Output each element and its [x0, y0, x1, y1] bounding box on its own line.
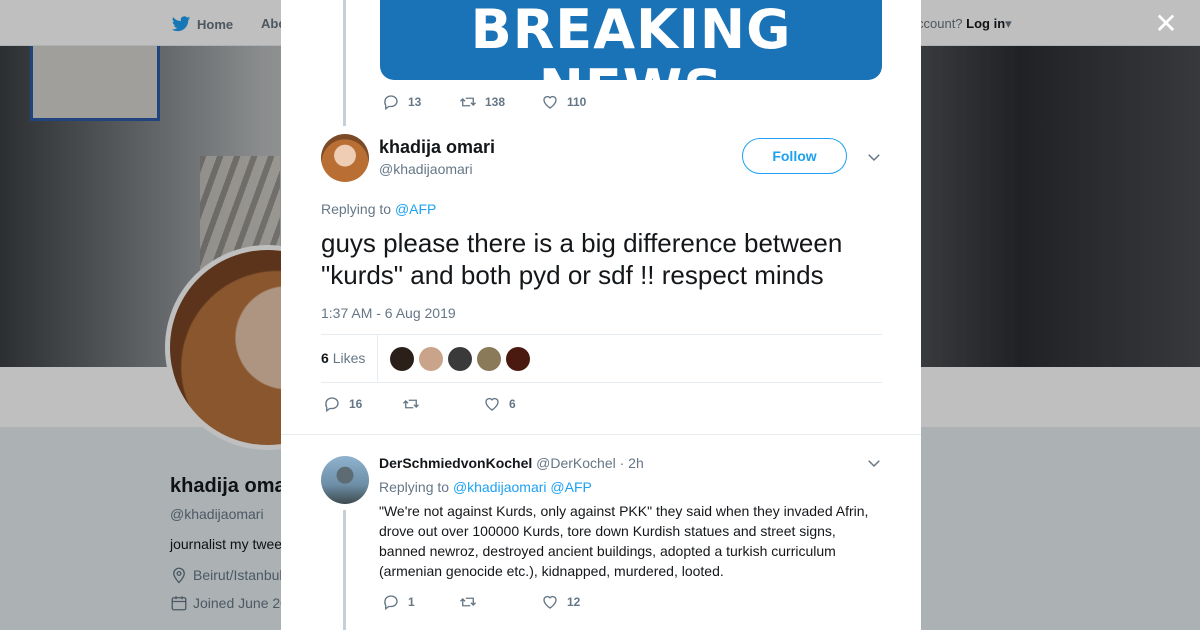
replying-to: Replying to @AFP — [321, 201, 436, 217]
liker-avatar[interactable] — [477, 346, 502, 371]
chevron-down-icon[interactable] — [865, 454, 883, 477]
reply-count: 16 — [349, 397, 363, 411]
reply-header: DerSchmiedvonKochel @DerKochel · 2h — [379, 455, 644, 471]
profile-joined-text: Joined June 20 — [193, 595, 288, 611]
replying-to-link[interactable]: @khadijaomari — [453, 479, 547, 495]
replying-to-link[interactable]: @AFP — [550, 479, 591, 495]
retweet-icon — [403, 399, 419, 409]
liker-avatar[interactable] — [419, 346, 444, 371]
reply-time[interactable]: · 2h — [620, 455, 644, 471]
likes-row: 6 Likes — [321, 335, 531, 382]
reply-icon — [325, 397, 339, 413]
home-link[interactable]: Home — [171, 14, 233, 34]
profile-bio: journalist my twee — [170, 536, 283, 552]
tweet-timestamp[interactable]: 1:37 AM - 6 Aug 2019 — [321, 305, 456, 321]
retweet-count: 138 — [485, 95, 506, 109]
chevron-down-glyph — [868, 154, 880, 162]
like-count: 6 — [509, 397, 516, 411]
replying-to-link[interactable]: @AFP — [395, 201, 436, 217]
likers-list — [390, 346, 531, 371]
location-pin-icon — [173, 567, 185, 584]
chevron-down-icon: ▾ — [1005, 16, 1012, 31]
tweet-media-image[interactable]: BREAKING NEWS — [380, 0, 882, 80]
author-name[interactable]: khadija omari — [379, 137, 495, 158]
replying-prefix: Replying to — [321, 201, 392, 217]
thread-line — [343, 510, 346, 630]
like-button[interactable]: 12 — [541, 593, 580, 611]
chevron-down-icon[interactable] — [865, 148, 883, 171]
profile-location-text: Beirut/Istanbul — [193, 567, 283, 583]
replying-prefix: Replying to — [379, 479, 450, 495]
likes-label: Likes — [332, 350, 366, 366]
bird-logo-icon — [171, 16, 191, 32]
reply-text: "We're not against Kurds, only against P… — [379, 503, 869, 579]
retweet-button[interactable]: 138 — [459, 93, 541, 111]
reply-icon — [384, 95, 398, 111]
home-label: Home — [197, 16, 234, 32]
heart-icon — [485, 397, 499, 411]
retweet-button[interactable] — [402, 395, 483, 413]
reply-count: 13 — [408, 95, 422, 109]
close-icon[interactable]: ✕ — [1153, 10, 1179, 38]
reply-author-name[interactable]: DerSchmiedvonKochel — [379, 455, 532, 471]
retweet-button[interactable] — [459, 593, 541, 611]
divider — [321, 382, 882, 383]
profile-name: khadija oma — [170, 475, 286, 497]
banner-poster — [30, 46, 160, 121]
tweet-actions: 16 6 — [323, 395, 516, 413]
liker-avatar[interactable] — [506, 346, 531, 371]
reply-author-handle[interactable]: @DerKochel — [536, 455, 616, 471]
reply-button[interactable]: 13 — [382, 93, 459, 111]
retweet-icon — [460, 597, 476, 607]
chevron-down-glyph — [868, 460, 880, 468]
like-count: 110 — [567, 95, 587, 109]
like-button[interactable]: 6 — [483, 395, 516, 413]
calendar-icon — [171, 596, 187, 611]
thread-line — [343, 0, 346, 126]
profile-joined: Joined June 20 — [170, 594, 290, 612]
liker-avatar[interactable] — [390, 346, 415, 371]
reply-replying-to: Replying to @khadijaomari @AFP — [379, 479, 592, 495]
like-count: 12 — [567, 595, 581, 609]
tweet-modal: BREAKING NEWS 13 138 110 khadija omari @… — [281, 0, 921, 630]
follow-button[interactable]: Follow — [742, 138, 847, 174]
profile-location: Beirut/Istanbul — [170, 566, 290, 584]
account-prompt: ccount? Log in▾ — [917, 16, 1012, 32]
likes-count-link[interactable]: 6 Likes — [321, 335, 379, 382]
like-button[interactable]: 110 — [541, 93, 586, 111]
reply-author-avatar[interactable] — [321, 456, 369, 504]
profile-handle: @khadijaomari — [170, 506, 264, 522]
previous-tweet-actions: 13 138 110 — [382, 93, 586, 111]
tweet-text: guys please there is a big difference be… — [321, 228, 843, 290]
reply-actions: 1 12 — [382, 593, 580, 611]
reply-icon — [384, 595, 398, 611]
retweet-icon — [460, 97, 476, 107]
reply-button[interactable]: 1 — [382, 593, 459, 611]
liker-avatar[interactable] — [448, 346, 473, 371]
login-link[interactable]: Log in — [966, 16, 1005, 31]
reply-count: 1 — [408, 595, 415, 609]
heart-icon — [543, 95, 557, 109]
reply-button[interactable]: 16 — [323, 395, 402, 413]
account-prompt-text: ccount? — [917, 16, 963, 31]
heart-icon — [543, 595, 557, 609]
author-handle[interactable]: @khadijaomari — [379, 161, 473, 177]
divider — [281, 434, 921, 435]
profile-card: khadija oma @khadijaomari journalist my … — [170, 475, 290, 612]
likes-count: 6 — [321, 350, 329, 366]
author-avatar[interactable] — [321, 134, 369, 182]
